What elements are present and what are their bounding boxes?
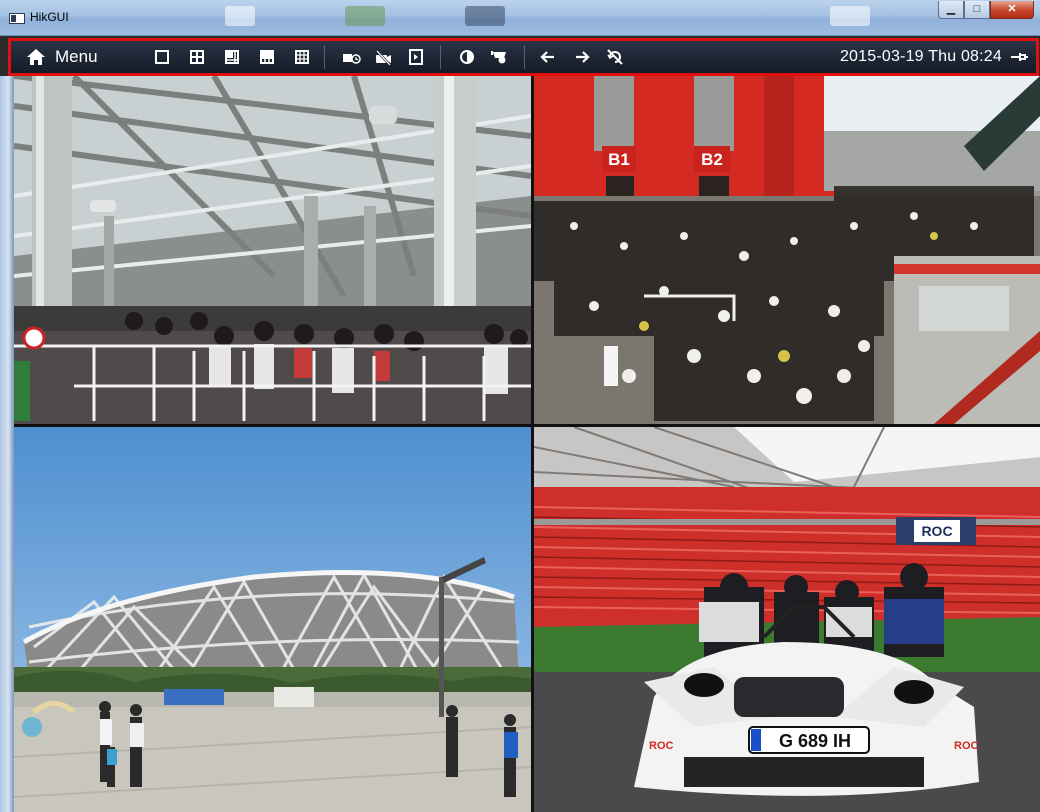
ptz-icon [489, 46, 511, 68]
car-logo-left: ROC [649, 740, 674, 752]
camera-3-feed [14, 427, 531, 812]
camera-3-view[interactable] [14, 427, 531, 812]
camera-1-view[interactable] [14, 76, 531, 424]
pin-toolbar-button[interactable] [1008, 46, 1030, 68]
roc-banner-text: ROC [921, 523, 952, 539]
car-logo-right: ROC [954, 740, 979, 752]
license-plate-text: G 689 IH [779, 731, 851, 751]
six-view-icon [221, 46, 243, 68]
auto-switch-off-icon [604, 46, 626, 68]
minimize-button[interactable]: ▁ [938, 1, 964, 19]
maximize-button[interactable]: □ [964, 1, 990, 19]
gate-sign-b1: B1 [608, 150, 630, 169]
gate-sign-b2: B2 [701, 150, 723, 169]
ptz-button[interactable] [487, 41, 513, 73]
camera-2-feed: B1 B2 [534, 76, 1040, 424]
titlebar-reflection [830, 6, 870, 26]
camera-off-icon [372, 46, 394, 68]
pin-icon [1008, 46, 1030, 68]
layout-4-button[interactable] [184, 41, 210, 73]
camera-off-button[interactable] [370, 41, 396, 73]
output-switch-button[interactable] [403, 41, 429, 73]
nine-view-icon [291, 46, 313, 68]
layout-9-button[interactable] [289, 41, 315, 73]
titlebar-reflection [345, 6, 385, 26]
layout-6-button[interactable] [219, 41, 245, 73]
arrow-left-icon [537, 46, 559, 68]
titlebar-reflection [465, 6, 505, 26]
auto-switch-button[interactable] [602, 41, 628, 73]
playback-icon [340, 46, 362, 68]
toolbar-separator [440, 45, 441, 69]
toolbar-separator [524, 45, 525, 69]
next-screen-button[interactable] [569, 41, 595, 73]
window-title: HikGUI [30, 10, 69, 24]
toolbar-separator [324, 45, 325, 69]
camera-4-view[interactable]: ROC G 689 IH ROC ROC [534, 427, 1040, 812]
menu-button[interactable]: Menu [25, 41, 98, 73]
datetime-display: 2015-03-19 Thu 08:24 [839, 48, 1002, 65]
eight-view-icon [256, 46, 278, 68]
single-view-icon [151, 46, 173, 68]
quad-view-icon [186, 46, 208, 68]
window-titlebar: HikGUI ▁ □ ✕ [0, 0, 1040, 36]
arrow-right-icon [571, 46, 593, 68]
video-grid: B1 B2 ROC G 689 IH ROC ROC [14, 76, 1040, 812]
output-switch-icon [405, 46, 427, 68]
camera-4-feed: ROC G 689 IH ROC ROC [534, 427, 1040, 812]
image-settings-button[interactable] [454, 41, 480, 73]
live-view-toolbar: Menu 2015-03-19 Thu 08:24 [8, 38, 1039, 76]
titlebar-reflection [225, 6, 255, 26]
window-left-frame [0, 76, 14, 812]
camera-2-view[interactable]: B1 B2 [534, 76, 1040, 424]
image-settings-icon [456, 46, 478, 68]
layout-1-button[interactable] [149, 41, 175, 73]
layout-8-button[interactable] [254, 41, 280, 73]
app-icon [9, 13, 25, 24]
menu-label: Menu [55, 47, 98, 66]
home-icon [25, 46, 47, 68]
close-button[interactable]: ✕ [990, 1, 1034, 19]
playback-button[interactable] [338, 41, 364, 73]
previous-screen-button[interactable] [535, 41, 561, 73]
camera-1-feed [14, 76, 531, 424]
